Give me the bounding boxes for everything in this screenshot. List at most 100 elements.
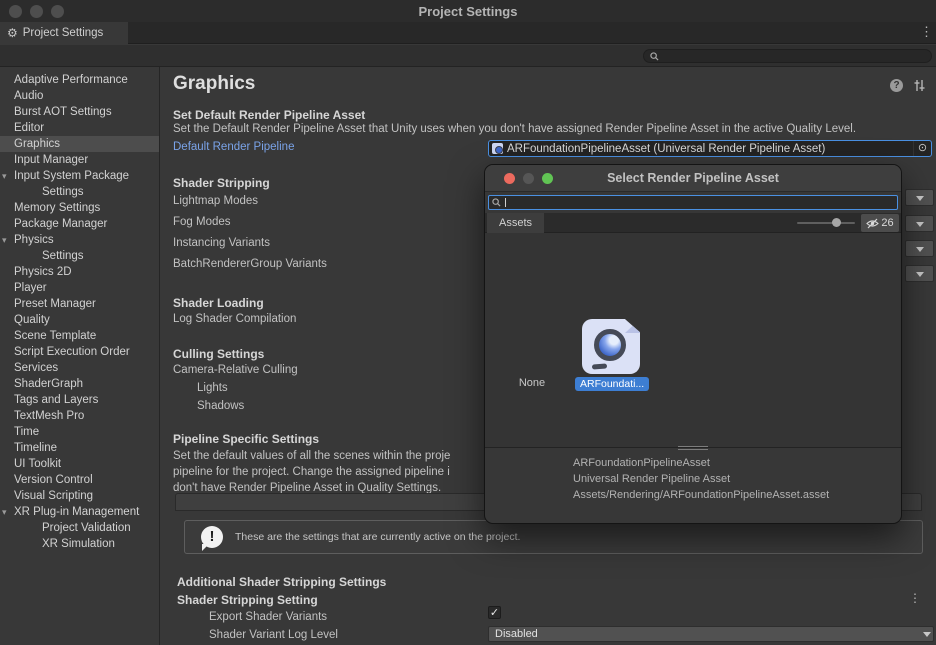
shader-loading-title: Shader Loading <box>173 296 264 310</box>
sidebar-item-visual-scripting[interactable]: Visual Scripting <box>0 488 159 504</box>
sidebar-item-label: Input Manager <box>14 154 88 166</box>
sidebar-item-label: Time <box>14 426 39 438</box>
sidebar-item-input-manager[interactable]: Input Manager <box>0 152 159 168</box>
sidebar-item-burst-aot-settings[interactable]: Burst AOT Settings <box>0 104 159 120</box>
tab-label: Project Settings <box>23 27 104 39</box>
setting-row-camera-relative-culling: Camera-Relative Culling <box>173 361 298 379</box>
tab-menu-icon[interactable]: ⋮ <box>920 24 933 40</box>
pipeline-specific-desc: Set the default values of all the scenes… <box>173 448 485 496</box>
window-title: Project Settings <box>0 4 936 19</box>
chevron-down-icon[interactable]: ▾ <box>2 504 7 520</box>
dialog-titlebar: Select Render Pipeline Asset <box>485 165 901 192</box>
urp-sphere-icon <box>594 329 626 361</box>
sidebar-item-xr-plug-in-management[interactable]: ▾XR Plug-in Management <box>0 504 159 520</box>
log-shader-compilation-label: Log Shader Compilation <box>173 313 296 325</box>
sidebar-item-label: Physics 2D <box>14 266 72 278</box>
shader-stripping-title: Shader Stripping <box>173 176 270 190</box>
dropdown-stub[interactable] <box>905 189 934 206</box>
dropdown-stub[interactable] <box>905 265 934 282</box>
sidebar-item-editor[interactable]: Editor <box>0 120 159 136</box>
dialog-window-controls <box>504 173 553 184</box>
sidebar-item-label: Project Validation <box>42 522 131 534</box>
shader-variant-log-level-value: Disabled <box>495 628 538 640</box>
chevron-down-icon[interactable]: ▾ <box>2 232 7 248</box>
sidebar-item-version-control[interactable]: Version Control <box>0 472 159 488</box>
sidebar-item-label: Adaptive Performance <box>14 74 128 86</box>
dropdown-stub[interactable] <box>905 215 934 232</box>
sidebar-item-settings[interactable]: Settings <box>0 184 159 200</box>
export-shader-variants-checkbox[interactable]: ✓ <box>488 606 501 619</box>
sidebar-item-label: Physics <box>14 234 54 246</box>
sidebar-item-textmesh-pro[interactable]: TextMesh Pro <box>0 408 159 424</box>
sidebar-item-quality[interactable]: Quality <box>0 312 159 328</box>
sidebar-item-shadergraph[interactable]: ShaderGraph <box>0 376 159 392</box>
object-picker-icon[interactable]: ⊙ <box>913 141 931 156</box>
sidebar-item-label: UI Toolkit <box>14 458 61 470</box>
sidebar-item-settings[interactable]: Settings <box>0 248 159 264</box>
resize-handle[interactable] <box>678 446 708 452</box>
chevron-down-icon[interactable]: ▾ <box>2 168 7 184</box>
select-render-pipeline-dialog: Select Render Pipeline Asset Assets 26 N… <box>484 164 902 524</box>
sidebar-item-project-validation[interactable]: Project Validation <box>0 520 159 536</box>
shader-variant-log-level-select[interactable]: Disabled <box>488 626 934 642</box>
sidebar-item-tags-and-layers[interactable]: Tags and Layers <box>0 392 159 408</box>
urp-tail <box>592 363 607 369</box>
sidebar-item-player[interactable]: Player <box>0 280 159 296</box>
sidebar-item-script-execution-order[interactable]: Script Execution Order <box>0 344 159 360</box>
settings-search-input[interactable] <box>643 49 932 63</box>
asset-detail-line: Universal Render Pipeline Asset <box>573 471 829 487</box>
asset-item-label: ARFoundati... <box>575 377 649 391</box>
sidebar-item-ui-toolkit[interactable]: UI Toolkit <box>0 456 159 472</box>
more-options-icon[interactable]: ⋮ <box>909 591 921 605</box>
asset-item-none[interactable]: None <box>501 373 563 391</box>
asset-grid: None ARFoundati... <box>485 233 901 448</box>
sidebar-item-input-system-package[interactable]: ▾Input System Package <box>0 168 159 184</box>
thumbnail-zoom-slider[interactable] <box>797 222 855 224</box>
setting-row-lightmap-modes: Lightmap Modes <box>173 191 327 212</box>
panel-header-icons: ? <box>890 79 926 92</box>
sidebar-item-audio[interactable]: Audio <box>0 88 159 104</box>
tab-project-settings[interactable]: ⚙ Project Settings <box>0 22 128 44</box>
sidebar-item-memory-settings[interactable]: Memory Settings <box>0 200 159 216</box>
setting-row-instancing-variants: Instancing Variants <box>173 233 327 254</box>
sidebar-item-services[interactable]: Services <box>0 360 159 376</box>
culling-rows: Camera-Relative CullingLightsShadows <box>173 361 298 415</box>
sidebar-item-package-manager[interactable]: Package Manager <box>0 216 159 232</box>
titlebar: Project Settings <box>0 0 936 22</box>
sidebar-item-preset-manager[interactable]: Preset Manager <box>0 296 159 312</box>
sidebar-item-label: ShaderGraph <box>14 378 83 390</box>
sidebar-item-label: Preset Manager <box>14 298 96 310</box>
asset-browser-bar: Assets 26 <box>485 213 901 233</box>
dropdown-stub[interactable] <box>905 240 934 257</box>
sidebar-item-label: Script Execution Order <box>14 346 130 358</box>
help-icon[interactable]: ? <box>890 79 903 92</box>
sidebar-item-physics-2d[interactable]: Physics 2D <box>0 264 159 280</box>
close-button[interactable] <box>504 173 515 184</box>
pipeline-desc-line: pipeline for the project. Change the ass… <box>173 464 485 480</box>
search-icon <box>650 52 659 61</box>
sidebar-item-label: Package Manager <box>14 218 107 230</box>
chevron-down-icon <box>916 272 924 277</box>
sidebar-item-label: Scene Template <box>14 330 96 342</box>
settings-sidebar: Adaptive Performance AudioBurst AOT Setti… <box>0 67 160 645</box>
sidebar-item-xr-simulation[interactable]: XR Simulation <box>0 536 159 552</box>
sidebar-item-scene-template[interactable]: Scene Template <box>0 328 159 344</box>
sidebar-item-label: Graphics <box>14 138 60 150</box>
sidebar-item-physics[interactable]: ▾ Physics <box>0 232 159 248</box>
minimize-button[interactable] <box>523 173 534 184</box>
asset-item-arfoundati[interactable]: ARFoundati... <box>575 319 647 392</box>
asset-search-input[interactable] <box>488 195 898 210</box>
render-pipeline-object-field[interactable]: ARFoundationPipelineAsset (Universal Ren… <box>488 140 932 157</box>
sidebar-item-time[interactable]: Time <box>0 424 159 440</box>
maximize-button[interactable] <box>542 173 553 184</box>
tab-assets[interactable]: Assets <box>487 213 544 233</box>
slider-thumb[interactable] <box>832 218 841 227</box>
hidden-packages-toggle[interactable]: 26 <box>861 214 899 232</box>
preset-sliders-icon[interactable] <box>913 79 926 92</box>
project-settings-window: Project Settings ⚙ Project Settings ⋮ Ad… <box>0 0 936 645</box>
setting-row-batchrenderergroup-variants: BatchRendererGroup Variants <box>173 254 327 275</box>
default-render-pipeline-label: Default Render Pipeline <box>173 141 294 153</box>
sidebar-item-timeline[interactable]: Timeline <box>0 440 159 456</box>
sidebar-item-adaptive-performance[interactable]: Adaptive Performance <box>0 72 159 88</box>
sidebar-item-graphics[interactable]: Graphics <box>0 136 159 152</box>
